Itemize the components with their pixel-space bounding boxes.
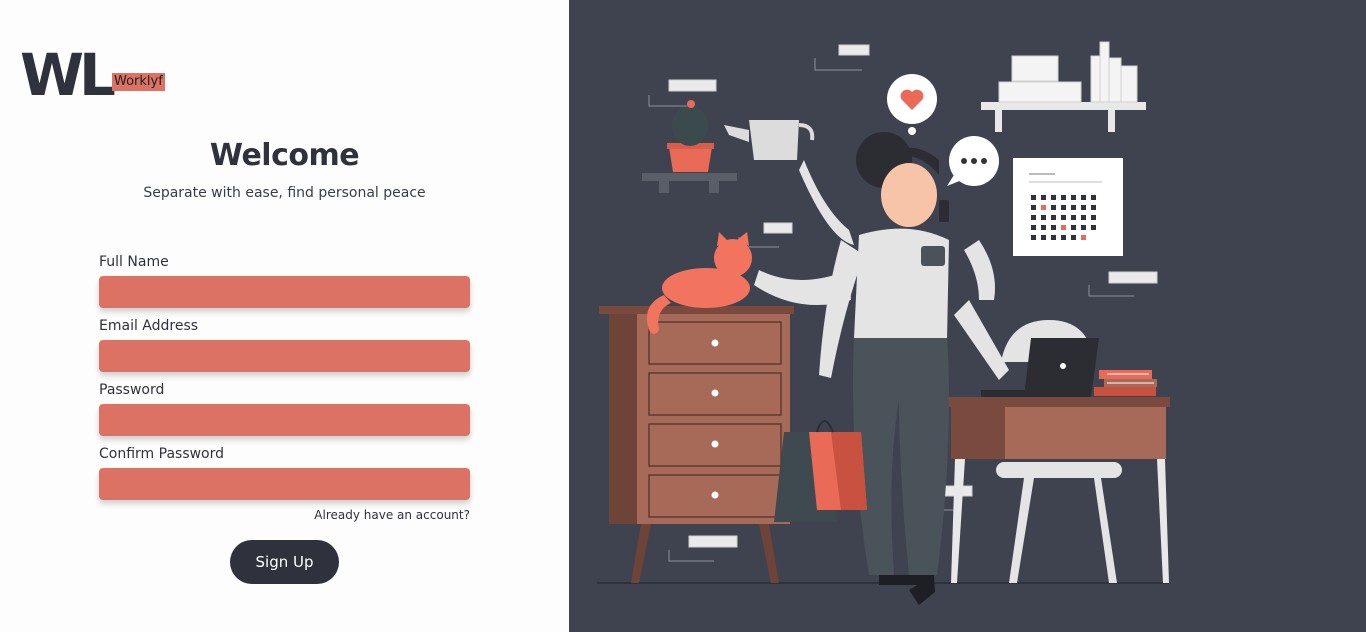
login-link[interactable]: Already have an account? bbox=[314, 508, 470, 522]
chat-bubble-icon bbox=[947, 136, 999, 186]
logo-mark: WL bbox=[20, 41, 116, 109]
confirm-password-label: Confirm Password bbox=[99, 446, 225, 462]
password-input[interactable] bbox=[99, 404, 470, 436]
email-input[interactable] bbox=[99, 340, 470, 372]
desk-icon bbox=[949, 397, 1170, 583]
full-name-input[interactable] bbox=[99, 276, 470, 308]
sign-up-button[interactable]: Sign Up bbox=[230, 540, 339, 584]
email-label: Email Address bbox=[99, 318, 199, 334]
confirm-password-input[interactable] bbox=[99, 468, 470, 500]
watering-can-icon bbox=[724, 120, 815, 160]
books-icon bbox=[1094, 370, 1157, 396]
password-label: Password bbox=[99, 382, 165, 398]
plant-shelf-icon bbox=[642, 100, 737, 193]
shopping-bags-icon bbox=[774, 420, 867, 522]
calendar-icon bbox=[1013, 158, 1123, 256]
book-shelf-icon bbox=[981, 41, 1146, 132]
full-name-label: Full Name bbox=[99, 254, 169, 270]
woman-illustration bbox=[754, 132, 1009, 605]
heart-bubble-icon bbox=[887, 74, 937, 135]
logo-name: Worklyf bbox=[112, 73, 165, 91]
multitasking-illustration bbox=[597, 41, 1170, 605]
signup-panel: WL Worklyf Welcome Separate with ease, f… bbox=[0, 0, 569, 632]
page-subtitle: Separate with ease, find personal peace bbox=[143, 185, 426, 201]
illustration-panel bbox=[569, 0, 1366, 632]
page-title: Welcome bbox=[209, 138, 360, 173]
